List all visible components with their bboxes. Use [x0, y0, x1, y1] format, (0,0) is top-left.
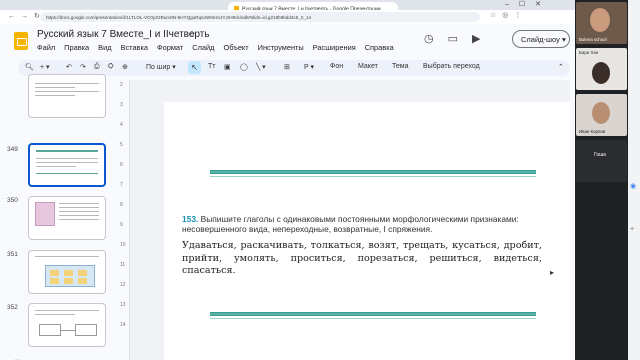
star-icon[interactable]: ☆: [188, 29, 196, 40]
window-controls[interactable]: –☐✕: [505, 0, 551, 8]
address-row: ←→↻ https://docs.google.com/presentation…: [0, 10, 575, 24]
participant-name: Бари Хан: [579, 50, 599, 55]
screen: Русский язык 7 Вместе_I и IIчетверть - G…: [0, 0, 640, 360]
task-text[interactable]: 153. Выпишите глаголы с одинаковыми пост…: [182, 214, 542, 234]
slideshow-label: Слайд-шоу: [521, 35, 560, 44]
mouse-cursor-icon: ▸: [550, 268, 555, 277]
print-icon[interactable]: ⎙: [94, 63, 100, 71]
select-cursor-icon[interactable]: ↖: [188, 61, 201, 74]
filmstrip: 349 350 351 352: [0, 74, 112, 360]
layout-button[interactable]: Макет: [358, 63, 378, 70]
word-list[interactable]: Удаваться, раскачивать, толкаться, возят…: [182, 240, 542, 278]
participant-video: [590, 8, 610, 32]
zoom-label: По шир: [146, 64, 171, 71]
ruler-mark: 7: [120, 182, 123, 188]
header-icons[interactable]: ◷▭▶: [424, 32, 494, 45]
slide-number: 351: [7, 251, 18, 258]
participant-tile[interactable]: Bulena school: [576, 2, 627, 44]
slide-number: 350: [7, 197, 18, 204]
history-icon[interactable]: ◷: [424, 33, 448, 45]
comments-icon[interactable]: ▭: [448, 33, 472, 45]
ruler-mark: 3: [120, 102, 123, 108]
menu-tools[interactable]: Инструменты: [258, 43, 304, 52]
slides-app: Русский язык 7 Вместе_I и IIчетверть ☆ Ф…: [0, 24, 575, 360]
redo-icon[interactable]: ↷: [80, 63, 86, 71]
menu-edit[interactable]: Правка: [64, 43, 89, 52]
slide-number: 352: [7, 304, 18, 311]
menu-format[interactable]: Формат: [157, 43, 183, 52]
menu-help[interactable]: Справка: [365, 43, 394, 52]
menu-slide[interactable]: Слайд: [192, 43, 214, 52]
extension-icons[interactable]: ☆◎⋮: [490, 11, 527, 19]
background-button[interactable]: Фон: [330, 63, 343, 70]
slide-thumb[interactable]: [28, 250, 106, 294]
slide-thumb-selected[interactable]: [28, 143, 106, 187]
ruler-mark: 5: [120, 142, 123, 148]
url-bar[interactable]: https://docs.google.com/presentation/d/1…: [40, 12, 480, 22]
paint-format-icon[interactable]: ⛭: [108, 63, 114, 71]
pen-style-icon[interactable]: P ▾: [304, 63, 314, 71]
slides-logo-icon[interactable]: [14, 32, 28, 50]
participant-name: Гоша: [594, 152, 606, 158]
video-call-panel: Bulena school Бари Хан Иван Корпов Гоша: [575, 0, 628, 360]
shape-icon[interactable]: ◯: [240, 63, 248, 71]
meet-icon[interactable]: ▶: [472, 33, 494, 45]
comment-icon[interactable]: ⊞: [284, 63, 290, 71]
transition-button[interactable]: Выбрать переход: [423, 63, 480, 70]
location-icon[interactable]: ◉: [630, 182, 636, 190]
search-menus-icon[interactable]: 🔍︎: [25, 63, 34, 71]
participant-tile[interactable]: Гоша: [576, 140, 627, 182]
plus-icon[interactable]: +: [630, 226, 634, 233]
os-side-strip: ◉ +: [628, 0, 640, 360]
ruler-mark: 10: [120, 242, 126, 248]
image-icon[interactable]: ▣: [224, 63, 231, 71]
menu-object[interactable]: Объект: [223, 43, 248, 52]
theme-button[interactable]: Тема: [392, 63, 408, 70]
ruler-mark: 12: [120, 282, 126, 288]
zoom-icon[interactable]: ⊕: [122, 63, 128, 71]
participant-name: Bulena school: [579, 37, 607, 42]
ruler-mark: 8: [120, 202, 123, 208]
ruler-mark: 13: [120, 302, 126, 308]
new-slide-icon[interactable]: + ▾: [40, 63, 50, 71]
slide-thumb[interactable]: [28, 303, 106, 347]
ruler-mark: 6: [120, 162, 123, 168]
slideshow-button[interactable]: Слайд-шоу ▾: [512, 30, 570, 48]
menu-bar: Файл Правка Вид Вставка Формат Слайд Объ…: [37, 43, 394, 52]
document-title[interactable]: Русский язык 7 Вместе_I и IIчетверть: [37, 29, 210, 40]
menu-insert[interactable]: Вставка: [121, 43, 148, 52]
ruler-mark: 11: [120, 262, 126, 268]
task-number: 153.: [182, 214, 199, 224]
editor-canvas[interactable]: 2 3 4 5 6 7 8 9 10 11 12 13 14 153. Выпи…: [118, 80, 570, 360]
top-teal-divider: [210, 170, 536, 177]
collapse-icon[interactable]: ⌃: [558, 63, 564, 71]
menu-view[interactable]: Вид: [98, 43, 111, 52]
ruler-mark: 9: [120, 222, 123, 228]
participant-name: Иван Корпов: [579, 129, 606, 134]
line-icon[interactable]: ╲ ▾: [256, 63, 266, 71]
text-box-icon[interactable]: Tᴛ: [208, 63, 215, 70]
menu-extensions[interactable]: Расширения: [313, 43, 356, 52]
menu-file[interactable]: Файл: [37, 43, 55, 52]
slide-thumb[interactable]: [28, 196, 106, 240]
zoom-select[interactable]: По шир ▾: [146, 63, 176, 71]
ruler-mark: 4: [120, 122, 123, 128]
ruler-mark: 2: [120, 82, 123, 88]
participant-video: [592, 102, 610, 124]
slide-thumb[interactable]: [28, 74, 106, 118]
slide[interactable]: 153. Выпишите глаголы с одинаковыми пост…: [164, 102, 570, 360]
bottom-teal-divider: [210, 312, 536, 319]
slide-number: 349: [7, 146, 18, 153]
vertical-ruler: 2 3 4 5 6 7 8 9 10 11 12 13 14: [118, 80, 130, 360]
task-instruction: Выпишите глаголы с одинаковыми постоянны…: [182, 214, 519, 234]
participant-tile[interactable]: Бари Хан: [576, 48, 627, 90]
undo-icon[interactable]: ↶: [66, 63, 72, 71]
participant-video: [592, 62, 610, 84]
participant-tile[interactable]: Иван Корпов: [576, 94, 627, 136]
ruler-mark: 14: [120, 322, 126, 328]
